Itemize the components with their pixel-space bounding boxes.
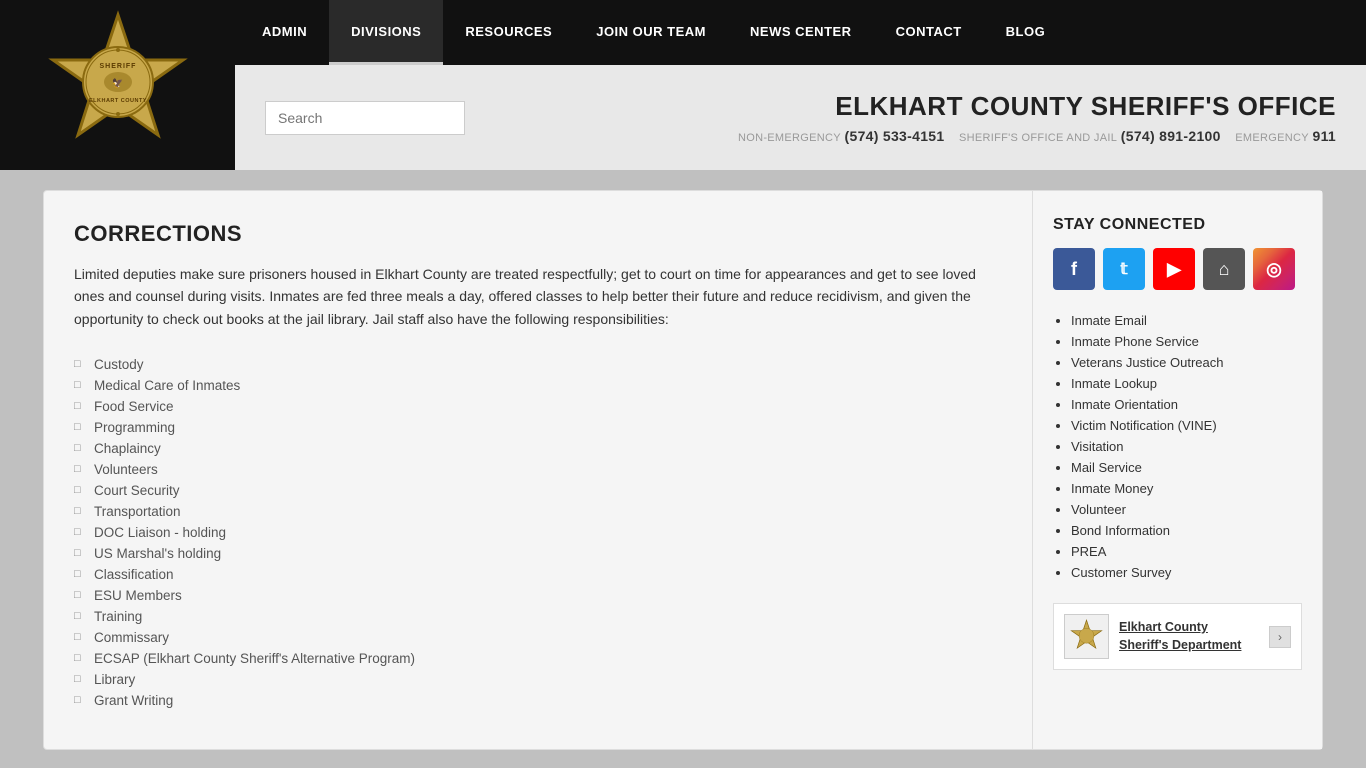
logo-area: SHERIFF 🦅 ELKHART COUNTY — [0, 0, 235, 170]
social-icons-row: f 𝕥 ▶ ⌂ ◎ — [1053, 248, 1302, 290]
twitter-icon[interactable]: 𝕥 — [1103, 248, 1145, 290]
nav-join-our-team[interactable]: JOIN OUR TEAM — [574, 0, 728, 65]
nav-contact[interactable]: CONTACT — [874, 0, 984, 65]
list-item: Training — [74, 606, 992, 627]
list-item: ESU Members — [74, 585, 992, 606]
nav-admin[interactable]: ADMIN — [240, 0, 329, 65]
widget-text-line2: Sheriff's Department — [1119, 637, 1241, 655]
widget-arrow-icon[interactable]: › — [1269, 626, 1291, 648]
svg-text:SHERIFF: SHERIFF — [99, 63, 136, 70]
list-item: ECSAP (Elkhart County Sheriff's Alternat… — [74, 648, 992, 669]
svg-text:ELKHART COUNTY: ELKHART COUNTY — [88, 98, 146, 104]
youtube-icon[interactable]: ▶ — [1153, 248, 1195, 290]
left-content: CORRECTIONS Limited deputies make sure p… — [44, 191, 1032, 749]
stay-connected-title: STAY CONNECTED — [1053, 216, 1302, 234]
right-sidebar: STAY CONNECTED f 𝕥 ▶ ⌂ ◎ Inmate EmailInm… — [1032, 191, 1322, 749]
office-info: ELKHART COUNTY SHERIFF'S OFFICE NON-EMER… — [738, 91, 1336, 144]
widget-logo — [1064, 614, 1109, 659]
non-emergency-label: NON-EMERGENCY — [738, 132, 841, 144]
nav-news-center[interactable]: NEWS CENTER — [728, 0, 874, 65]
list-item: Custody — [74, 354, 992, 375]
sidebar-link-item[interactable]: Mail Service — [1071, 457, 1302, 478]
section-description: Limited deputies make sure prisoners hou… — [74, 263, 992, 330]
instagram-icon[interactable]: ◎ — [1253, 248, 1295, 290]
sidebar-link-item[interactable]: PREA — [1071, 541, 1302, 562]
list-item: Grant Writing — [74, 690, 992, 711]
widget-text: Elkhart County Sheriff's Department — [1119, 619, 1241, 654]
emergency-label: EMERGENCY — [1235, 132, 1309, 144]
sidebar-link-item[interactable]: Inmate Phone Service — [1071, 331, 1302, 352]
list-item: Programming — [74, 417, 992, 438]
sidebar-link-item[interactable]: Customer Survey — [1071, 562, 1302, 583]
list-item: Library — [74, 669, 992, 690]
nav-resources[interactable]: RESOURCES — [443, 0, 574, 65]
sidebar-link-item[interactable]: Volunteer — [1071, 499, 1302, 520]
sidebar-link-item[interactable]: Inmate Lookup — [1071, 373, 1302, 394]
widget-text-line1: Elkhart County — [1119, 619, 1241, 637]
corrections-list: CustodyMedical Care of InmatesFood Servi… — [74, 354, 992, 711]
sidebar-link-item[interactable]: Victim Notification (VINE) — [1071, 415, 1302, 436]
list-item: US Marshal's holding — [74, 543, 992, 564]
list-item: Medical Care of Inmates — [74, 375, 992, 396]
main-card: CORRECTIONS Limited deputies make sure p… — [43, 190, 1323, 750]
widget-badge-icon — [1069, 619, 1104, 654]
nav-divisions[interactable]: DIVISIONS — [329, 0, 443, 65]
nav-blog[interactable]: BLOG — [984, 0, 1068, 65]
jail-label: SHERIFF'S OFFICE AND JAIL — [959, 132, 1117, 144]
sidebar-link-item[interactable]: Inmate Money — [1071, 478, 1302, 499]
list-item: Commissary — [74, 627, 992, 648]
content-wrapper: CORRECTIONS Limited deputies make sure p… — [23, 190, 1343, 750]
home-icon[interactable]: ⌂ — [1203, 248, 1245, 290]
sidebar-links-list: Inmate EmailInmate Phone ServiceVeterans… — [1053, 310, 1302, 583]
sidebar-link-item[interactable]: Bond Information — [1071, 520, 1302, 541]
list-item: Court Security — [74, 480, 992, 501]
list-item: Volunteers — [74, 459, 992, 480]
search-input[interactable] — [265, 101, 465, 135]
sidebar-link-item[interactable]: Veterans Justice Outreach — [1071, 352, 1302, 373]
list-item: DOC Liaison - holding — [74, 522, 992, 543]
phone-line: NON-EMERGENCY (574) 533-4151 SHERIFF'S O… — [738, 128, 1336, 144]
list-item: Transportation — [74, 501, 992, 522]
sidebar-link-item[interactable]: Inmate Email — [1071, 310, 1302, 331]
facebook-icon[interactable]: f — [1053, 248, 1095, 290]
svg-text:🦅: 🦅 — [112, 77, 123, 88]
sub-header: ELKHART COUNTY SHERIFF'S OFFICE NON-EMER… — [235, 65, 1366, 170]
footer-widget[interactable]: Elkhart County Sheriff's Department › — [1053, 603, 1302, 670]
sidebar-link-item[interactable]: Visitation — [1071, 436, 1302, 457]
sidebar-link-item[interactable]: Inmate Orientation — [1071, 394, 1302, 415]
page-title: CORRECTIONS — [74, 221, 992, 247]
sheriff-badge-icon: SHERIFF 🦅 ELKHART COUNTY — [43, 10, 193, 160]
list-item: Classification — [74, 564, 992, 585]
list-item: Chaplaincy — [74, 438, 992, 459]
list-item: Food Service — [74, 396, 992, 417]
office-title: ELKHART COUNTY SHERIFF'S OFFICE — [738, 91, 1336, 122]
